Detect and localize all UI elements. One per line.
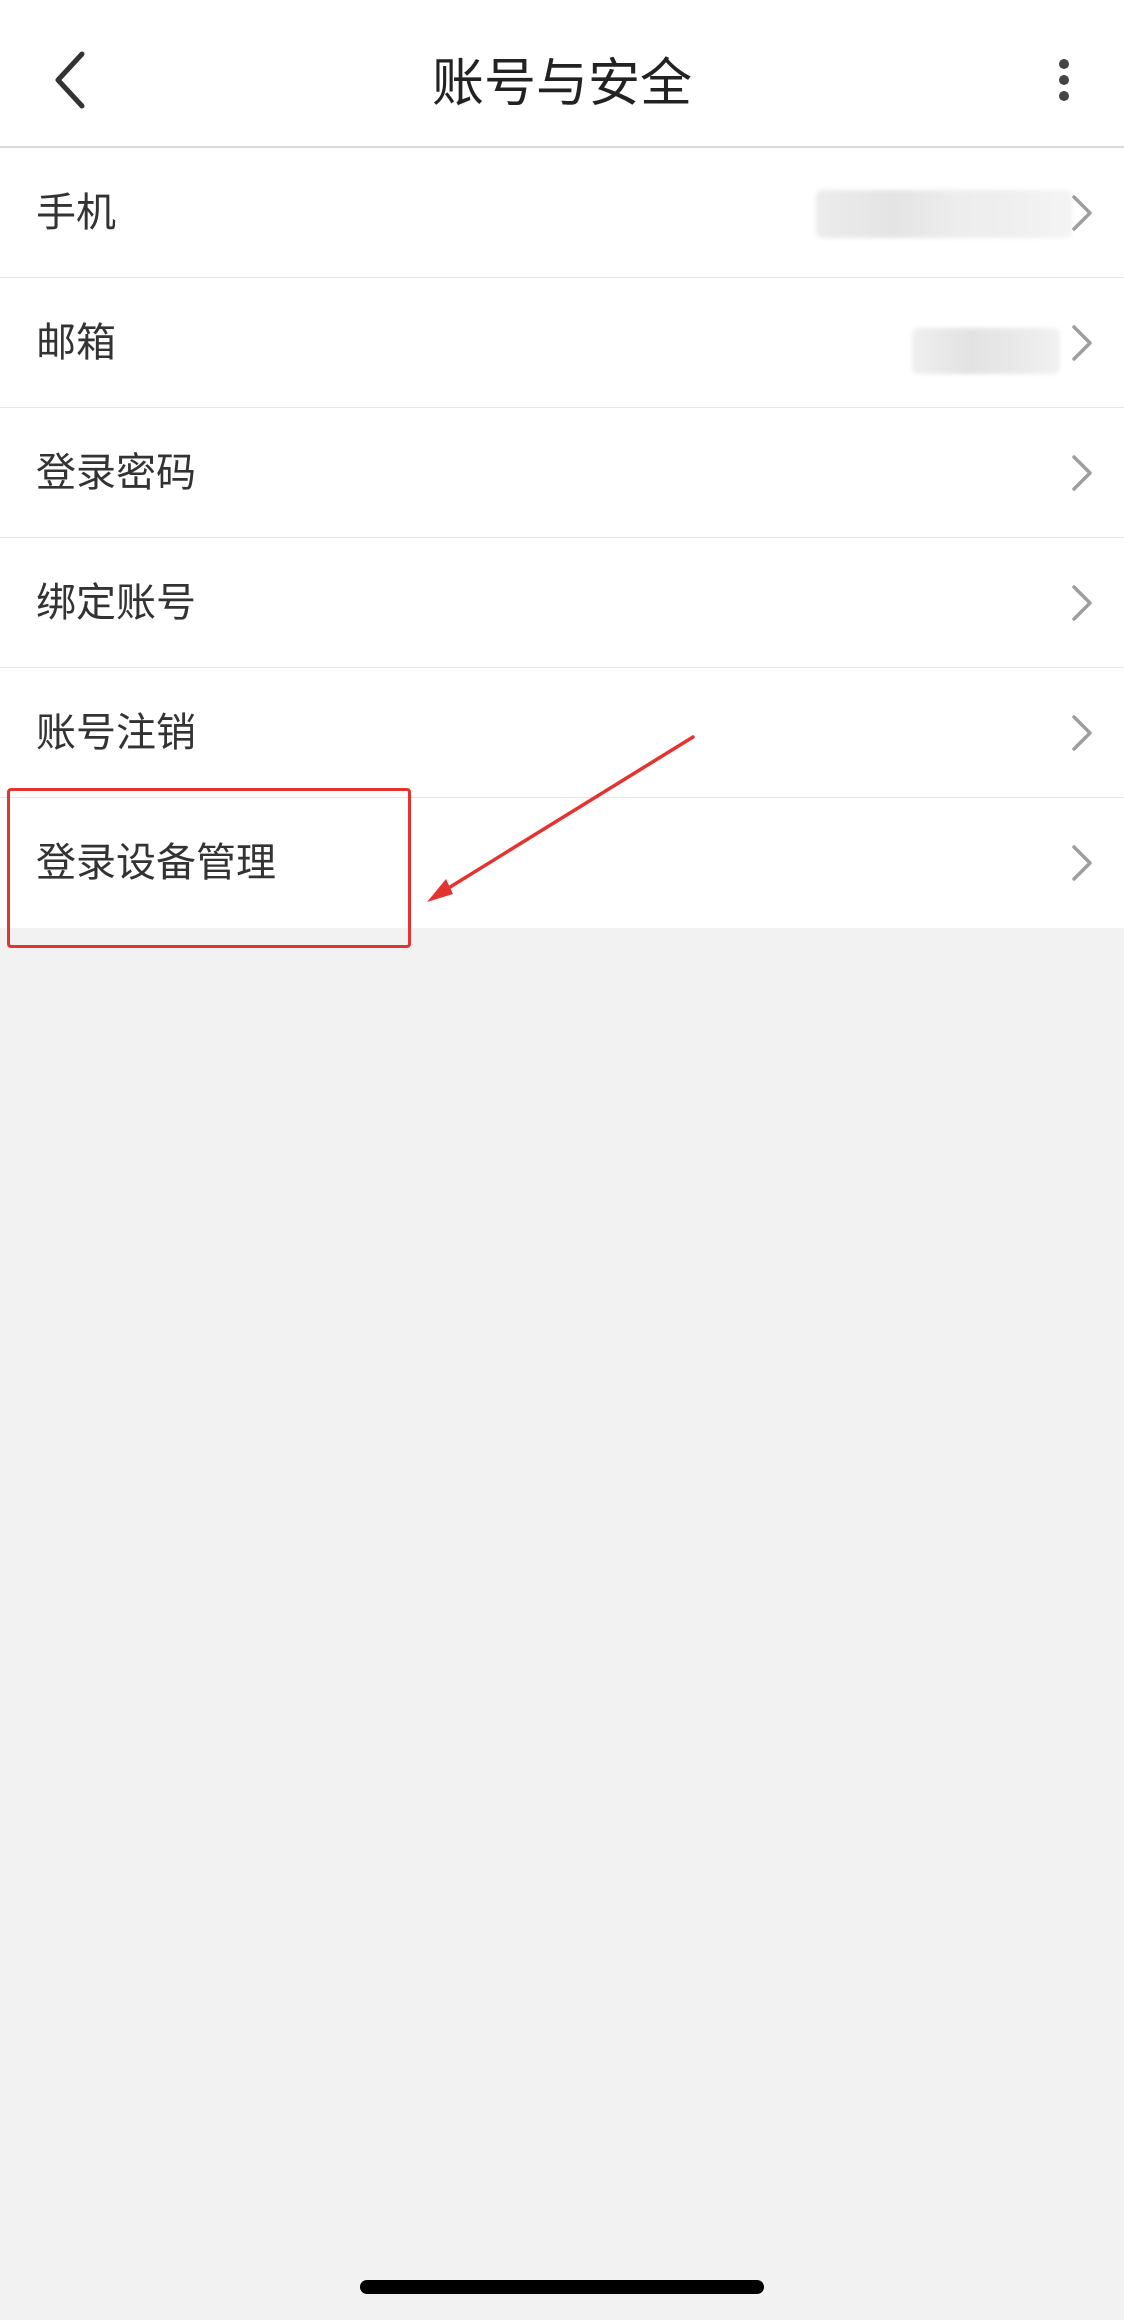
settings-item-account-deletion[interactable]: 账号注销 xyxy=(0,668,1124,798)
chevron-right-icon xyxy=(1072,585,1092,621)
phone-value-redacted xyxy=(816,190,1072,238)
settings-item-label: 账号注销 xyxy=(36,710,196,756)
settings-list: 手机 邮箱 登录密码 绑定账号 账号注销 登录设备管理 xyxy=(0,148,1124,928)
nav-bar: 账号与安全 xyxy=(0,0,1124,148)
back-button[interactable] xyxy=(30,30,110,130)
chevron-right-icon xyxy=(1072,845,1092,881)
settings-item-label: 绑定账号 xyxy=(36,580,196,626)
settings-item-login-device-management[interactable]: 登录设备管理 xyxy=(0,798,1124,928)
chevron-right-icon xyxy=(1072,455,1092,491)
page-title: 账号与安全 xyxy=(431,54,692,114)
home-indicator[interactable] xyxy=(360,2280,764,2294)
settings-item-email[interactable]: 邮箱 xyxy=(0,278,1124,408)
more-options-button[interactable] xyxy=(1034,40,1094,120)
chevron-right-icon xyxy=(1072,325,1092,361)
email-value-redacted xyxy=(912,328,1060,374)
settings-item-linked-accounts[interactable]: 绑定账号 xyxy=(0,538,1124,668)
chevron-left-icon xyxy=(55,51,85,109)
settings-item-login-password[interactable]: 登录密码 xyxy=(0,408,1124,538)
chevron-right-icon xyxy=(1072,195,1092,231)
settings-item-label: 手机 xyxy=(36,190,116,236)
settings-item-label: 邮箱 xyxy=(36,320,116,366)
settings-item-label: 登录密码 xyxy=(36,450,196,496)
chevron-right-icon xyxy=(1072,715,1092,751)
settings-item-label: 登录设备管理 xyxy=(36,840,276,886)
settings-item-phone[interactable]: 手机 xyxy=(0,148,1124,278)
more-vertical-icon xyxy=(1059,59,1069,101)
